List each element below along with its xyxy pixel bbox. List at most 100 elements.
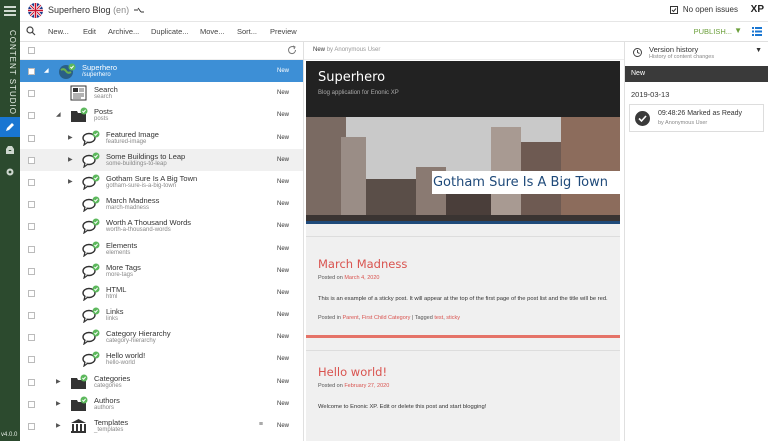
tree-row-authors[interactable]: ▶ Authors authors New (20, 393, 303, 415)
hero-underline (306, 221, 620, 224)
row-checkbox[interactable] (28, 267, 35, 275)
row-name: Worth A Thousand Words (106, 218, 192, 228)
project-name: Superhero Blog (48, 5, 111, 15)
row-checkbox[interactable] (28, 378, 35, 386)
comment-icon (82, 241, 100, 257)
version-entry[interactable]: 09:48:26 Marked as Ready by Anonymous Us… (629, 104, 764, 132)
archive-button[interactable]: Archive... (108, 27, 139, 36)
settings-nav-button[interactable] (0, 162, 20, 182)
category-link[interactable]: Parent (342, 315, 358, 321)
expand-arrow-icon[interactable]: ▶ (68, 134, 73, 141)
tag-link[interactable]: sticky (446, 315, 460, 321)
publish-dropdown-icon[interactable]: ▼ (734, 26, 742, 35)
row-checkbox[interactable] (28, 178, 35, 186)
tag-link[interactable]: test (434, 315, 443, 321)
tree-row-html[interactable]: HTML html New (20, 282, 303, 304)
row-status: New (276, 156, 289, 163)
post-date-link[interactable]: February 27, 2020 (344, 383, 389, 389)
expand-arrow-icon[interactable]: ▶ (56, 400, 61, 407)
expand-arrow-icon[interactable]: ▶ (68, 156, 73, 163)
row-name: Categories (94, 373, 131, 383)
widget-selector[interactable]: Version history History of content chang… (625, 42, 768, 66)
expand-arrow-icon[interactable]: ▶ (56, 378, 61, 385)
comment-icon (82, 351, 100, 368)
content-nav-button[interactable] (0, 117, 20, 137)
sort-button[interactable]: Sort... (237, 27, 257, 36)
expand-arrow-icon[interactable]: ▶ (68, 178, 73, 185)
new-button[interactable]: New... (48, 27, 69, 36)
tree-row-superhero[interactable]: ◢ Superhero/superhero New (20, 60, 303, 83)
comment-icon (82, 307, 100, 324)
preview-button[interactable]: Preview (270, 27, 297, 36)
move-button[interactable]: Move... (200, 27, 225, 36)
row-checkbox[interactable] (28, 156, 35, 164)
row-checkbox[interactable] (28, 112, 35, 120)
row-status: New (276, 289, 289, 296)
tree-row-elements[interactable]: Elements elements New (20, 238, 303, 260)
select-all-checkbox[interactable] (28, 47, 35, 54)
widget-dropdown-icon[interactable]: ▼ (755, 47, 762, 54)
row-checkbox[interactable] (28, 201, 35, 209)
row-checkbox[interactable] (28, 90, 35, 98)
switch-project-icon[interactable] (133, 7, 144, 13)
post-march-madness: March Madness Posted on March 4, 2020 Th… (306, 257, 620, 321)
version-status: New (625, 66, 768, 82)
post-title[interactable]: March Madness (318, 257, 608, 271)
tree-row-gotham[interactable]: ▶ Gotham Sure Is A Big Town gotham-sure-is… (20, 171, 303, 193)
tree-row-posts[interactable]: ◢ Posts posts New (20, 104, 303, 126)
issues-button[interactable]: No open issues (669, 5, 738, 14)
row-checkbox[interactable] (28, 400, 35, 408)
tree-row-featured-image[interactable]: ▶ Featured Image featured-image New (20, 127, 303, 149)
tree-row-some-buildings[interactable]: ▶ Some Buildings to Leap some-buildings-to… (20, 148, 303, 171)
tree-row-categories[interactable]: ▶ Categories categories New (20, 371, 303, 393)
hero-title[interactable]: Gotham Sure Is A Big Town (433, 175, 608, 190)
row-checkbox[interactable] (28, 334, 35, 342)
menu-icon[interactable] (4, 6, 16, 18)
collapse-arrow-icon[interactable]: ◢ (44, 67, 49, 74)
row-status: New (276, 178, 289, 185)
post-date-link[interactable]: March 4, 2020 (344, 275, 379, 281)
collapse-arrow-icon[interactable]: ◢ (56, 111, 61, 118)
content-tree: ◢ Superhero/superhero New Search search New ◢ P… (20, 42, 304, 441)
project-title[interactable]: Superhero Blog (en) (48, 5, 144, 15)
folder-icon (70, 396, 88, 412)
edit-button[interactable]: Edit (83, 27, 96, 36)
row-checkbox[interactable] (28, 423, 35, 430)
row-menu-icon[interactable]: ≡ (259, 421, 263, 428)
comment-icon (82, 218, 100, 235)
row-checkbox[interactable] (28, 134, 35, 142)
tree-row-hello-world[interactable]: Hello world! hello-world New (20, 348, 303, 370)
row-checkbox[interactable] (28, 356, 35, 364)
tree-row-templates[interactable]: ▶ Templates _templates ≡ New (20, 415, 303, 437)
category-link[interactable]: First Child Category (362, 315, 411, 321)
issues-nav-button[interactable] (0, 140, 20, 160)
row-checkbox[interactable] (28, 312, 35, 320)
site-title[interactable]: Superhero (318, 70, 620, 85)
tree-row-more-tags[interactable]: More Tags more-tags New (20, 260, 303, 282)
row-path: html (106, 293, 118, 300)
toggle-details-icon[interactable] (752, 26, 762, 36)
tree-row-links[interactable]: Links links New (20, 304, 303, 326)
clipboard-check-icon (669, 6, 678, 14)
row-path: worth-a-thousand-words (106, 227, 171, 234)
tree-row-search[interactable]: Search search New (20, 82, 303, 104)
tree-row-worth-a-thousand-words[interactable]: Worth A Thousand Words worth-a-thousand-w… (20, 215, 303, 237)
row-status: New (276, 423, 289, 429)
posted-on-label: Posted on (318, 275, 343, 281)
search-icon[interactable] (26, 26, 36, 36)
row-checkbox[interactable] (28, 245, 35, 253)
row-checkbox[interactable] (28, 68, 35, 75)
post-title[interactable]: Hello world! (318, 365, 608, 379)
duplicate-button[interactable]: Duplicate... (151, 27, 189, 36)
row-status: New (276, 223, 289, 230)
refresh-icon[interactable] (287, 45, 297, 55)
row-checkbox[interactable] (28, 223, 35, 231)
publish-button[interactable]: PUBLISH... (694, 27, 732, 36)
row-status: New (276, 312, 289, 319)
expand-arrow-icon[interactable]: ▶ (56, 422, 61, 429)
tree-row-march-madness[interactable]: March Madness march-madness New (20, 193, 303, 215)
row-checkbox[interactable] (28, 289, 35, 297)
tree-row-category-hierarchy[interactable]: Category Hierarchy category-hierarchy New (20, 326, 303, 348)
project-language: (en) (113, 5, 130, 15)
hero-image[interactable]: Gotham Sure Is A Big Town (306, 117, 620, 224)
